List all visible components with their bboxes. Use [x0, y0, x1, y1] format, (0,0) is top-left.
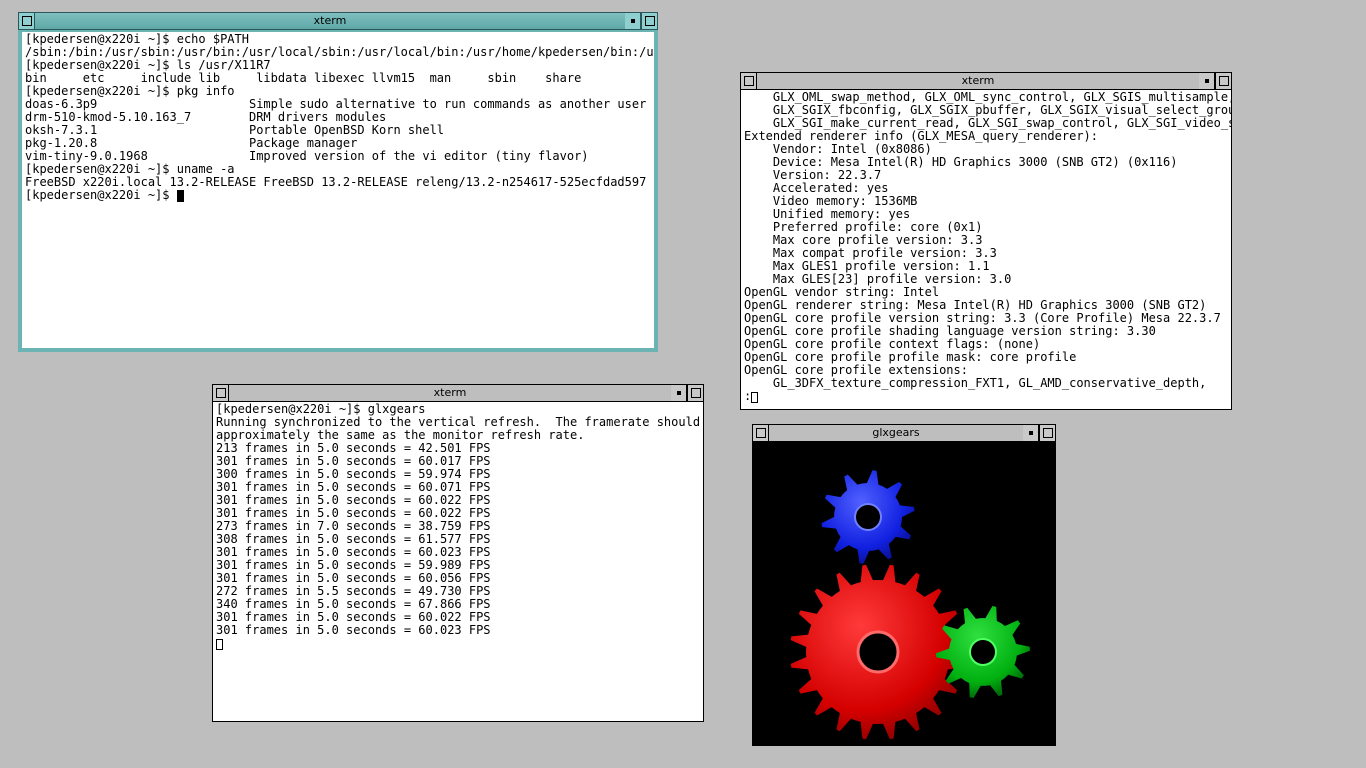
iconify-button[interactable]: [625, 13, 641, 29]
xterm-window-3[interactable]: xterm GLX_OML_swap_method, GLX_OML_sync_…: [740, 72, 1232, 410]
window-title: xterm: [229, 385, 671, 401]
titlebar[interactable]: glxgears: [752, 424, 1056, 442]
window-title: glxgears: [769, 425, 1023, 441]
window-title: xterm: [35, 13, 625, 29]
window-menu-icon[interactable]: [753, 425, 769, 441]
xterm-window-2[interactable]: xterm [kpedersen@x220i ~]$ glxgears Runn…: [212, 384, 704, 722]
iconify-button[interactable]: [1023, 425, 1039, 441]
glxgears-canvas: [752, 442, 1056, 746]
maximize-button[interactable]: [1215, 73, 1231, 89]
maximize-button[interactable]: [687, 385, 703, 401]
maximize-button[interactable]: [641, 13, 657, 29]
terminal-output[interactable]: [kpedersen@x220i ~]$ echo $PATH /sbin:/b…: [18, 30, 658, 352]
window-menu-icon[interactable]: [213, 385, 229, 401]
titlebar[interactable]: xterm: [740, 72, 1232, 90]
window-title: xterm: [757, 73, 1199, 89]
terminal-output[interactable]: GLX_OML_swap_method, GLX_OML_sync_contro…: [740, 90, 1232, 410]
iconify-button[interactable]: [1199, 73, 1215, 89]
terminal-output[interactable]: [kpedersen@x220i ~]$ glxgears Running sy…: [212, 402, 704, 722]
titlebar[interactable]: xterm: [212, 384, 704, 402]
glxgears-window[interactable]: glxgears: [752, 424, 1056, 746]
window-menu-icon[interactable]: [19, 13, 35, 29]
xterm-window-1[interactable]: xterm [kpedersen@x220i ~]$ echo $PATH /s…: [18, 12, 658, 352]
window-menu-icon[interactable]: [741, 73, 757, 89]
iconify-button[interactable]: [671, 385, 687, 401]
titlebar[interactable]: xterm: [18, 12, 658, 30]
maximize-button[interactable]: [1039, 425, 1055, 441]
